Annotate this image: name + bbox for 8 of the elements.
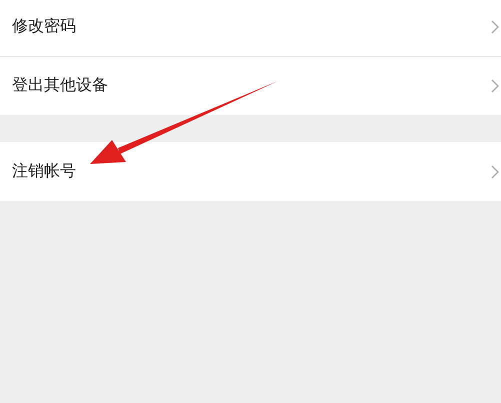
chevron-right-icon [491,79,499,93]
row-label: 注销帐号 [12,162,76,182]
settings-row[interactable]: 修改密码 [0,0,501,56]
row-label: 登出其他设备 [12,76,108,96]
chevron-right-icon [491,20,499,34]
chevron-right-icon [491,164,499,178]
settings-row[interactable]: 注销帐号 [0,142,501,201]
row-label: 修改密码 [12,16,76,36]
